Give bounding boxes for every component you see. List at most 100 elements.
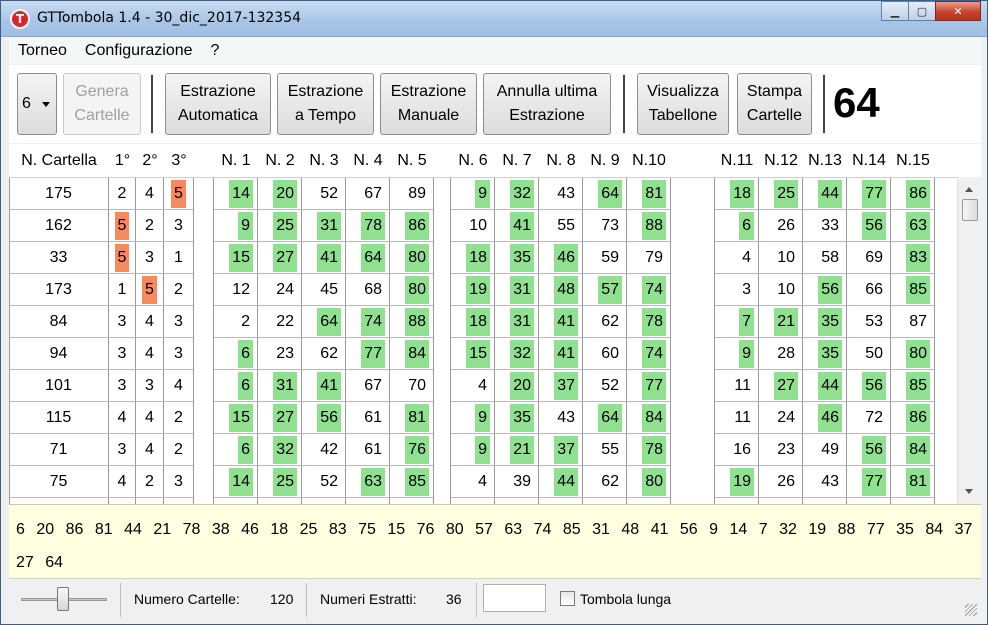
estrazione-a-tempo-button[interactable]: Estrazione a Tempo xyxy=(277,73,374,135)
grid-cell[interactable]: 66 xyxy=(847,274,891,306)
grid-cell[interactable]: 78 xyxy=(627,434,671,466)
grid-cell[interactable]: 9 xyxy=(214,210,258,242)
grid-cell[interactable]: 64 xyxy=(346,242,390,274)
grid-cell[interactable]: 35 xyxy=(803,338,847,370)
grid-cell[interactable]: 52 xyxy=(302,466,346,498)
grid-cell[interactable]: 83 xyxy=(891,242,935,274)
grid-cell[interactable]: 25 xyxy=(258,210,302,242)
grid-cell[interactable]: 10 xyxy=(759,242,803,274)
grid-cell[interactable]: 35 xyxy=(803,306,847,338)
grid-cell[interactable]: 50 xyxy=(847,338,891,370)
grid-cell[interactable]: 41 xyxy=(302,370,346,402)
scroll-down-icon[interactable] xyxy=(965,489,973,494)
grid-cell[interactable]: 5 xyxy=(136,274,164,306)
grid-cell[interactable]: 62 xyxy=(583,466,627,498)
grid-cell[interactable]: 2 xyxy=(214,306,258,338)
grid-cell[interactable]: 18 xyxy=(451,306,495,338)
grid-cell[interactable]: 27 xyxy=(258,242,302,274)
grid-cell[interactable]: 42 xyxy=(302,434,346,466)
grid-cell[interactable]: 4 xyxy=(136,434,164,466)
grid-cell[interactable]: 77 xyxy=(346,338,390,370)
grid-cell[interactable]: 16 xyxy=(715,434,759,466)
grid-cell[interactable]: 73 xyxy=(583,210,627,242)
grid-cell[interactable]: 72 xyxy=(847,402,891,434)
grid-cell[interactable]: 24 xyxy=(759,402,803,434)
grid-cell[interactable]: 4 xyxy=(451,370,495,402)
grid-cell[interactable]: 80 xyxy=(891,338,935,370)
grid-cell[interactable]: 55 xyxy=(539,210,583,242)
grid-cell[interactable]: 89 xyxy=(390,178,434,210)
grid-cell[interactable]: 67 xyxy=(346,370,390,402)
grid-cell[interactable]: 32 xyxy=(495,338,539,370)
grid-cell[interactable]: 11 xyxy=(715,370,759,402)
grid-cell[interactable]: 79 xyxy=(627,242,671,274)
stampa-cartelle-button[interactable]: Stampa Cartelle xyxy=(737,73,812,135)
grid-cell[interactable]: 88 xyxy=(390,306,434,338)
grid-cell[interactable]: 67 xyxy=(346,178,390,210)
grid-cell[interactable]: 84 xyxy=(891,434,935,466)
grid-cell[interactable]: 2 xyxy=(164,274,194,306)
grid-cell[interactable]: 2 xyxy=(164,402,194,434)
grid-cell[interactable]: 49 xyxy=(803,434,847,466)
grid-cell[interactable]: 2 xyxy=(164,434,194,466)
grid-cell[interactable]: 12 xyxy=(214,274,258,306)
grid-cell[interactable]: 20 xyxy=(495,370,539,402)
grid-cell[interactable]: 35 xyxy=(495,242,539,274)
grid-cell[interactable]: 53 xyxy=(847,306,891,338)
grid-cell[interactable]: 78 xyxy=(346,210,390,242)
grid-cell[interactable]: 2 xyxy=(136,466,164,498)
grid-cell[interactable]: 24 xyxy=(258,274,302,306)
grid-cell[interactable]: 81 xyxy=(390,402,434,434)
grid-cell[interactable]: 77 xyxy=(627,370,671,402)
grid-cell[interactable]: 86 xyxy=(891,402,935,434)
grid-cell[interactable]: 64 xyxy=(583,178,627,210)
grid-cell[interactable]: 33 xyxy=(9,242,109,274)
grid-cell[interactable]: 85 xyxy=(891,274,935,306)
grid-cell[interactable]: 43 xyxy=(803,466,847,498)
estrazione-manuale-button[interactable]: Estrazione Manuale xyxy=(380,73,477,135)
grid-cell[interactable]: 41 xyxy=(495,210,539,242)
grid-cell[interactable]: 94 xyxy=(9,338,109,370)
grid-cell[interactable]: 60 xyxy=(583,338,627,370)
scroll-thumb[interactable] xyxy=(962,199,978,221)
grid-cell[interactable]: 14 xyxy=(214,178,258,210)
grid-cell[interactable]: 84 xyxy=(390,338,434,370)
grid-cell[interactable]: 46 xyxy=(803,402,847,434)
grid-cell[interactable]: 4 xyxy=(136,338,164,370)
grid-cell[interactable]: 6 xyxy=(214,370,258,402)
grid-cell[interactable]: 15 xyxy=(451,338,495,370)
grid-cell[interactable]: 3 xyxy=(164,466,194,498)
visualizza-tabellone-button[interactable]: Visualizza Tabellone xyxy=(637,73,729,135)
scroll-up-icon[interactable] xyxy=(965,187,973,192)
grid-cell[interactable]: 3 xyxy=(136,242,164,274)
grid-cell[interactable]: 4 xyxy=(715,242,759,274)
grid-cell[interactable]: 3 xyxy=(164,306,194,338)
grid-cell[interactable]: 64 xyxy=(302,306,346,338)
grid-cell[interactable]: 4 xyxy=(109,466,136,498)
grid-cell[interactable]: 81 xyxy=(627,178,671,210)
grid-cell[interactable]: 175 xyxy=(9,178,109,210)
grid-cell[interactable]: 69 xyxy=(847,242,891,274)
grid-cell[interactable]: 70 xyxy=(390,370,434,402)
grid-cell[interactable]: 101 xyxy=(9,370,109,402)
grid-cell[interactable]: 84 xyxy=(9,306,109,338)
cards-grid[interactable]: N. Cartella 1° 2° 3° N. 1 N. 2 N. 3 N. 4 N. 5 N. … xyxy=(9,144,981,504)
grid-cell[interactable]: 31 xyxy=(258,370,302,402)
grid-cell[interactable]: 74 xyxy=(627,274,671,306)
grid-cell[interactable]: 76 xyxy=(390,434,434,466)
grid-cell[interactable]: 41 xyxy=(302,242,346,274)
grid-cell[interactable]: 18 xyxy=(451,242,495,274)
grid-cell[interactable]: 22 xyxy=(258,306,302,338)
grid-cell[interactable]: 162 xyxy=(9,210,109,242)
grid-cell[interactable]: 80 xyxy=(390,242,434,274)
grid-cell[interactable]: 44 xyxy=(803,370,847,402)
grid-cell[interactable]: 15 xyxy=(214,402,258,434)
grid-cell[interactable]: 85 xyxy=(390,466,434,498)
grid-cell[interactable]: 5 xyxy=(164,178,194,210)
estrazione-automatica-button[interactable]: Estrazione Automatica xyxy=(165,73,271,135)
grid-cell[interactable]: 31 xyxy=(302,210,346,242)
grid-cell[interactable]: 63 xyxy=(891,210,935,242)
grid-cell[interactable]: 81 xyxy=(891,466,935,498)
grid-cell[interactable]: 88 xyxy=(627,210,671,242)
grid-cell[interactable]: 6 xyxy=(214,338,258,370)
